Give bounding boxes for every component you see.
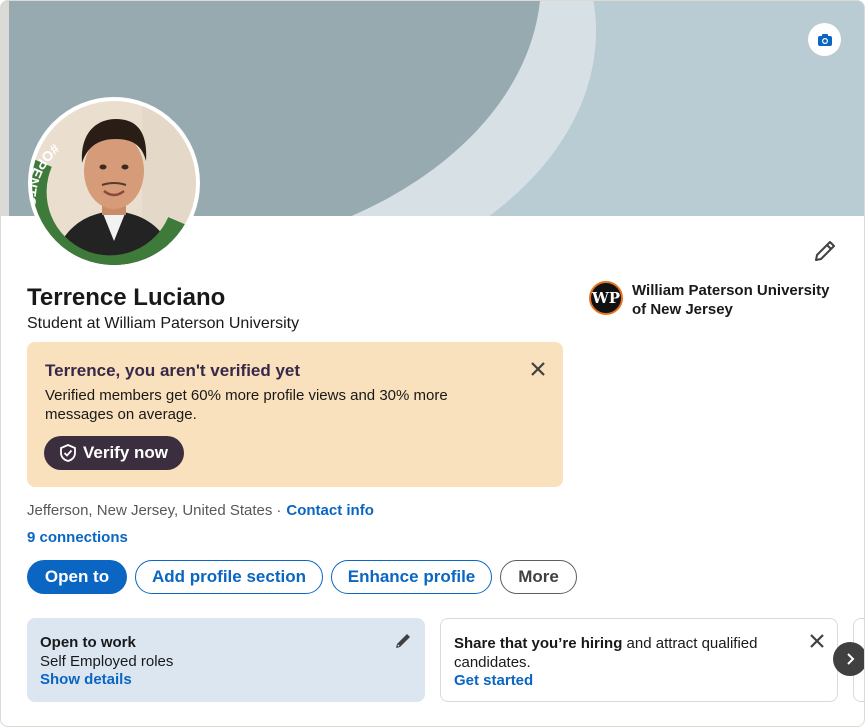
carousel-next-button[interactable] bbox=[833, 642, 864, 676]
hiring-text: Share that you’re hiring and attract qua… bbox=[454, 635, 758, 671]
verify-body: Verified members get 60% more profile vi… bbox=[45, 387, 448, 423]
hiring-card: Share that you’re hiring and attract qua… bbox=[440, 618, 838, 702]
more-button[interactable]: More bbox=[500, 560, 577, 594]
shield-check-icon bbox=[60, 444, 76, 462]
contact-info-link[interactable]: Contact info bbox=[286, 502, 374, 519]
open-to-work-title: Open to work bbox=[40, 634, 136, 651]
verify-title: Terrence, you aren't verified yet bbox=[45, 361, 301, 380]
location-text: Jefferson, New Jersey, United States bbox=[27, 502, 273, 519]
connections-link[interactable]: 9 connections bbox=[27, 529, 128, 546]
verify-now-button[interactable]: Verify now bbox=[44, 436, 184, 470]
chevron-right-icon bbox=[847, 653, 855, 665]
enhance-profile-button[interactable]: Enhance profile bbox=[331, 560, 492, 594]
location-line: Jefferson, New Jersey, United States · Con… bbox=[27, 502, 374, 519]
dismiss-hiring-button[interactable] bbox=[807, 631, 827, 651]
verify-banner: Terrence, you aren't verified yet Verifi… bbox=[27, 342, 563, 487]
school-name: William Paterson University of New Jerse… bbox=[632, 282, 830, 318]
show-details-link[interactable]: Show details bbox=[40, 671, 132, 688]
open-to-work-subtitle: Self Employed roles bbox=[40, 653, 174, 670]
education-link[interactable]: WP William Paterson University of New Je… bbox=[589, 281, 849, 321]
profile-name: Terrence Luciano bbox=[27, 284, 226, 311]
verify-now-label: Verify now bbox=[82, 443, 169, 462]
open-to-button[interactable]: Open to bbox=[27, 560, 127, 594]
edit-banner-button[interactable] bbox=[808, 23, 841, 56]
edit-open-to-work-button[interactable] bbox=[393, 631, 413, 651]
profile-card: #OPENTOWORK Terrence Luciano Student at … bbox=[0, 0, 865, 727]
add-profile-section-button[interactable]: Add profile section bbox=[135, 560, 323, 594]
close-icon bbox=[810, 634, 824, 648]
edit-intro-button[interactable] bbox=[812, 238, 838, 264]
get-started-link[interactable]: Get started bbox=[454, 672, 533, 689]
open-to-work-card: Open to work Self Employed roles Show de… bbox=[27, 618, 425, 702]
profile-headline: Student at William Paterson University bbox=[27, 315, 300, 332]
pencil-icon bbox=[396, 634, 410, 648]
dismiss-verify-button[interactable] bbox=[527, 358, 549, 380]
avatar[interactable]: #OPENTOWORK bbox=[28, 97, 200, 269]
camera-icon bbox=[817, 33, 832, 46]
school-logo: WP bbox=[589, 281, 623, 315]
pencil-icon bbox=[815, 241, 835, 261]
close-icon bbox=[531, 362, 545, 376]
